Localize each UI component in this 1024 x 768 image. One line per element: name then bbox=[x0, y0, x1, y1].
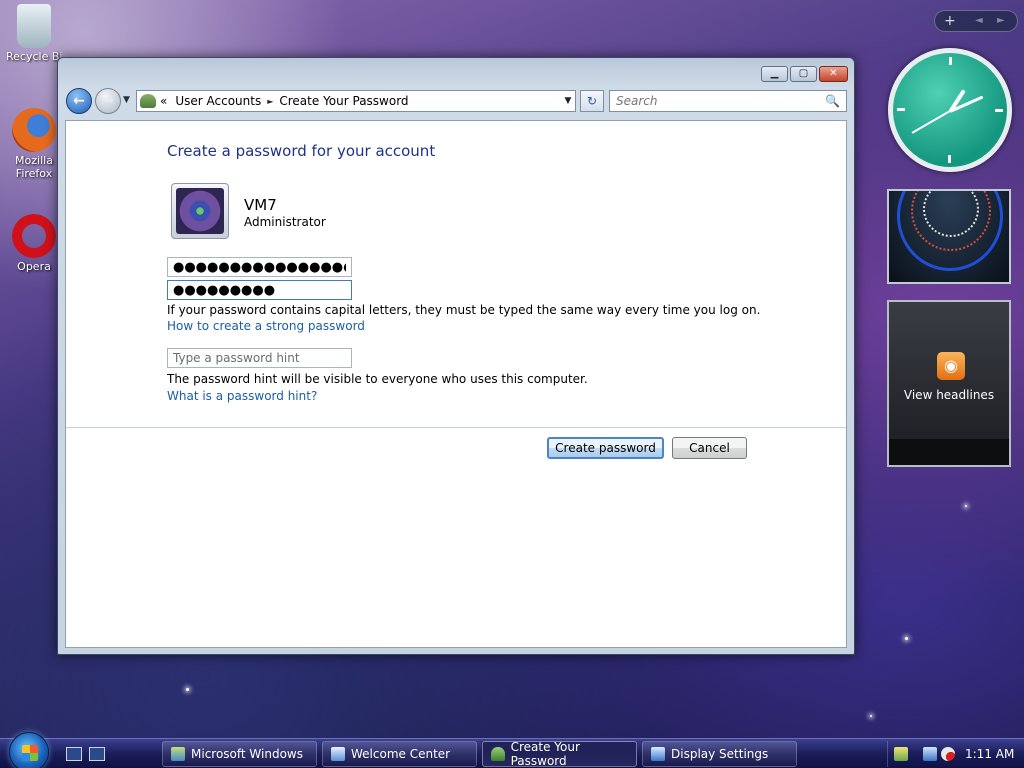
clock-tick bbox=[948, 155, 951, 163]
firefox-icon bbox=[12, 108, 56, 152]
welcome-center-icon bbox=[331, 747, 345, 761]
close-button[interactable]: ✕ bbox=[819, 66, 848, 82]
back-button[interactable]: ← bbox=[66, 88, 92, 114]
star bbox=[965, 505, 967, 507]
cancel-button[interactable]: Cancel bbox=[672, 437, 747, 459]
start-button[interactable] bbox=[9, 732, 49, 768]
content-pane: Create a password for your account VM7 A… bbox=[65, 120, 847, 648]
desktop-icon-recycle-bin[interactable]: Recycle Bin bbox=[6, 4, 62, 63]
avatar-picture bbox=[176, 188, 224, 234]
taskbar-button-label: Welcome Center bbox=[351, 747, 451, 761]
page-title: Create a password for your account bbox=[167, 142, 436, 160]
create-password-button[interactable]: Create password bbox=[547, 437, 664, 459]
clock-tick bbox=[897, 108, 905, 111]
taskbar-clock[interactable]: 1:11 AM bbox=[965, 747, 1014, 761]
network-icon[interactable] bbox=[923, 747, 937, 761]
show-desktop-icon[interactable] bbox=[66, 747, 82, 761]
recent-pages-dropdown[interactable]: ▼ bbox=[123, 95, 130, 105]
desktop-icon-label: Mozilla Firefox bbox=[15, 154, 53, 180]
star bbox=[870, 715, 872, 717]
next-gadgets-button[interactable]: ► bbox=[997, 11, 1005, 31]
strong-password-link[interactable]: How to create a strong password bbox=[167, 319, 365, 333]
feed-headlines-gadget[interactable]: ◉ View headlines bbox=[887, 300, 1011, 467]
desktop-icon-firefox[interactable]: Mozilla Firefox bbox=[6, 108, 62, 180]
opera-icon bbox=[12, 214, 56, 258]
user-accounts-icon bbox=[491, 747, 505, 761]
taskbar-button-label: Microsoft Windows bbox=[191, 747, 303, 761]
maximize-button[interactable]: ▢ bbox=[790, 66, 817, 82]
refresh-button[interactable]: ↻ bbox=[580, 90, 604, 112]
taskbar-button-label: Create Your Password bbox=[510, 740, 580, 768]
taskbar-button-microsoft-windows[interactable]: Microsoft Windows bbox=[162, 741, 317, 767]
desktop-icon-opera[interactable]: Opera bbox=[6, 214, 62, 273]
safely-remove-hardware-icon[interactable] bbox=[894, 747, 908, 761]
clock-tick bbox=[995, 109, 1003, 112]
switch-windows-icon[interactable] bbox=[89, 747, 105, 761]
windows-setup-icon bbox=[171, 747, 185, 761]
taskbar-button-label: Display Settings bbox=[671, 747, 769, 761]
notification-area: 1:11 AM bbox=[887, 741, 1024, 767]
rss-feed-icon: ◉ bbox=[937, 352, 965, 380]
star bbox=[186, 688, 189, 691]
breadcrumb-user-accounts[interactable]: User Accounts bbox=[175, 94, 261, 108]
recycle-bin-icon bbox=[17, 4, 51, 48]
search-icon[interactable]: 🔍 bbox=[825, 94, 840, 108]
breadcrumb-separator-icon[interactable]: ► bbox=[267, 97, 273, 106]
volume-muted-icon[interactable] bbox=[941, 747, 955, 761]
taskbar-button-display-settings[interactable]: Display Settings bbox=[642, 741, 797, 767]
capital-letters-note: If your password contains capital letter… bbox=[167, 303, 761, 317]
new-password-field[interactable] bbox=[167, 257, 352, 277]
address-dropdown-icon[interactable]: ▼ bbox=[561, 96, 575, 106]
password-hint-help-link[interactable]: What is a password hint? bbox=[167, 389, 317, 403]
confirm-password-field[interactable] bbox=[167, 280, 352, 300]
user-avatar bbox=[171, 183, 229, 239]
slideshow-gadget[interactable] bbox=[887, 189, 1011, 284]
password-hint-field[interactable] bbox=[167, 348, 352, 368]
navigation-bar: ← → ▼ « User Accounts ► Create Your Pass… bbox=[66, 88, 847, 114]
desktop-icon-label: Recycle Bin bbox=[6, 50, 62, 63]
clock-tick bbox=[949, 57, 952, 65]
address-bar[interactable]: « User Accounts ► Create Your Password ▼ bbox=[136, 90, 576, 112]
desktop-icon-label: Opera bbox=[17, 260, 51, 273]
search-input[interactable] bbox=[616, 94, 816, 108]
taskbar-button-create-your-password[interactable]: Create Your Password bbox=[482, 740, 637, 768]
forward-button[interactable]: → bbox=[95, 88, 121, 114]
sidebar-gadget-toolbar: + ◄ ► bbox=[934, 10, 1018, 32]
divider bbox=[66, 427, 846, 428]
breadcrumb-create-your-password[interactable]: Create Your Password bbox=[279, 94, 408, 108]
user-role: Administrator bbox=[244, 215, 326, 229]
breadcrumb-overflow[interactable]: « bbox=[160, 94, 167, 108]
clock-second-hand bbox=[911, 110, 951, 134]
display-settings-icon bbox=[651, 747, 665, 761]
hint-visibility-note: The password hint will be visible to eve… bbox=[167, 372, 588, 386]
view-headlines-label[interactable]: View headlines bbox=[889, 388, 1009, 402]
taskbar: Microsoft Windows Welcome Center Create … bbox=[0, 732, 1024, 768]
clock-gadget[interactable] bbox=[888, 48, 1012, 172]
gadget-footer bbox=[889, 439, 1009, 465]
search-box[interactable]: 🔍 bbox=[609, 90, 847, 112]
user-accounts-window: ▁ ▢ ✕ ← → ▼ « User Accounts ► Create You… bbox=[57, 57, 855, 655]
previous-gadgets-button[interactable]: ◄ bbox=[975, 11, 983, 31]
add-gadget-button[interactable]: + bbox=[944, 11, 956, 31]
star bbox=[905, 637, 908, 640]
window-controls: ▁ ▢ ✕ bbox=[761, 66, 848, 82]
user-name: VM7 bbox=[244, 196, 277, 214]
user-accounts-icon bbox=[140, 94, 156, 108]
minimize-button[interactable]: ▁ bbox=[761, 66, 788, 82]
taskbar-button-welcome-center[interactable]: Welcome Center bbox=[322, 741, 477, 767]
